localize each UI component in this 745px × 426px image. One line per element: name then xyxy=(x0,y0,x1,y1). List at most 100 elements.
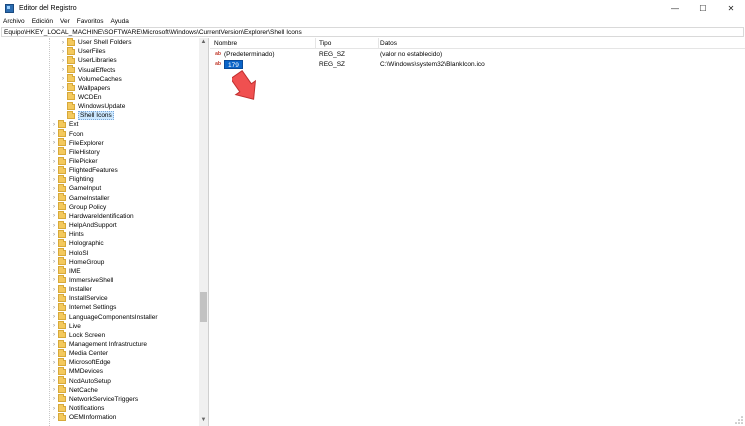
chevron-right-icon[interactable]: › xyxy=(50,360,58,366)
chevron-right-icon[interactable]: › xyxy=(59,40,67,46)
chevron-right-icon[interactable]: › xyxy=(50,351,58,357)
chevron-right-icon[interactable]: › xyxy=(50,122,58,128)
folder-icon xyxy=(58,183,66,192)
tree-item-label: User Shell Folders xyxy=(78,39,132,47)
folder-icon xyxy=(58,284,66,293)
maximize-button[interactable]: ☐ xyxy=(689,0,717,16)
chevron-right-icon[interactable]: › xyxy=(50,168,58,174)
tree-scrollbar[interactable]: ▲ ▼ xyxy=(199,38,208,426)
folder-icon xyxy=(58,174,66,183)
chevron-right-icon[interactable]: › xyxy=(50,195,58,201)
tree-item-label: InstallService xyxy=(69,295,108,303)
chevron-right-icon[interactable]: › xyxy=(59,85,67,91)
chevron-right-icon[interactable]: › xyxy=(50,241,58,247)
menu-favoritos[interactable]: Favoritos xyxy=(77,18,104,25)
folder-icon xyxy=(58,348,66,357)
value-row[interactable]: ab (Predeterminado) REG_SZ (valor no est… xyxy=(210,49,745,59)
menu-ayuda[interactable]: Ayuda xyxy=(111,18,129,25)
value-row-editing[interactable]: ab 179 REG_SZ C:\Windows\system32\BlankI… xyxy=(210,59,745,69)
minimize-button[interactable]: — xyxy=(661,0,689,16)
chevron-right-icon[interactable]: › xyxy=(50,314,58,320)
tree-item-label: Ext xyxy=(69,121,79,129)
tree-item-label: Hints xyxy=(69,231,84,239)
chevron-right-icon[interactable]: › xyxy=(50,140,58,146)
tree-item-label: FileHistory xyxy=(69,148,100,156)
folder-icon xyxy=(58,321,66,330)
value-name-cell: ab (Predeterminado) xyxy=(214,49,275,59)
folder-icon xyxy=(58,129,66,138)
tree-item[interactable]: › LanguageComponentsInstaller xyxy=(50,312,158,322)
rename-input[interactable]: 179 xyxy=(224,59,243,69)
column-name-header[interactable]: Nombre xyxy=(214,38,316,48)
menu-archivo[interactable]: Archivo xyxy=(3,18,25,25)
tree-item[interactable]: › HoloSI xyxy=(50,248,89,257)
tree-item[interactable]: › Flighting xyxy=(50,174,94,184)
chevron-right-icon[interactable]: › xyxy=(50,186,58,192)
chevron-right-icon[interactable]: › xyxy=(50,305,58,311)
tree-item[interactable]: › Ext xyxy=(50,119,79,129)
chevron-right-icon[interactable]: › xyxy=(59,76,67,82)
tree-item-label: VolumeCaches xyxy=(78,75,122,83)
chevron-right-icon[interactable]: › xyxy=(50,406,58,412)
tree-item[interactable]: › UserFiles xyxy=(59,46,105,56)
scroll-thumb[interactable] xyxy=(200,292,207,322)
chevron-right-icon[interactable]: › xyxy=(50,332,58,338)
chevron-right-icon[interactable]: › xyxy=(50,342,58,348)
chevron-right-icon[interactable]: › xyxy=(50,415,58,421)
chevron-right-icon[interactable]: › xyxy=(50,149,58,155)
chevron-right-icon[interactable]: › xyxy=(50,369,58,375)
folder-icon xyxy=(58,394,66,403)
folder-icon xyxy=(58,156,66,165)
address-bar[interactable]: Equipo\HKEY_LOCAL_MACHINE\SOFTWARE\Micro… xyxy=(1,27,744,37)
values-list[interactable]: Nombre Tipo Datos ab (Predeterminado) RE… xyxy=(210,38,745,426)
tree-item[interactable]: › IME xyxy=(50,266,81,276)
chevron-right-icon[interactable]: › xyxy=(50,204,58,210)
chevron-right-icon[interactable]: › xyxy=(50,131,58,137)
column-type-header[interactable]: Tipo xyxy=(319,38,379,48)
close-button[interactable]: ✕ xyxy=(717,0,745,16)
tree-item-label: UserLibraries xyxy=(78,57,117,65)
chevron-right-icon[interactable]: › xyxy=(59,67,67,73)
folder-icon xyxy=(58,119,66,128)
chevron-right-icon[interactable]: › xyxy=(50,378,58,384)
tree-item[interactable]: › Live xyxy=(50,321,81,331)
chevron-right-icon[interactable]: › xyxy=(50,213,58,219)
scroll-up-icon[interactable]: ▲ xyxy=(199,39,208,47)
tree-item-label: NetCache xyxy=(69,386,98,394)
tree-item[interactable]: › Installer xyxy=(50,284,92,294)
folder-icon xyxy=(67,101,75,110)
tree-item-label: Wallpapers xyxy=(78,84,111,92)
tree-item[interactable]: › OEMInformation xyxy=(50,412,116,422)
tree-item[interactable]: WCDEn xyxy=(59,92,101,102)
chevron-right-icon[interactable]: › xyxy=(50,177,58,183)
tree-item-selected[interactable]: Shell Icons xyxy=(59,110,114,121)
chevron-right-icon[interactable]: › xyxy=(59,58,67,64)
chevron-right-icon[interactable]: › xyxy=(59,49,67,55)
tree-item[interactable]: › Management Infrastructure xyxy=(50,339,147,349)
tree-item-label: FilePicker xyxy=(69,158,98,165)
tree-item-label: HoloSI xyxy=(69,249,89,257)
folder-icon xyxy=(67,110,75,119)
chevron-right-icon[interactable]: › xyxy=(50,159,58,165)
chevron-right-icon[interactable]: › xyxy=(50,387,58,393)
chevron-right-icon[interactable]: › xyxy=(50,323,58,329)
menu-ver[interactable]: Ver xyxy=(60,18,70,25)
folder-icon xyxy=(58,293,66,302)
chevron-right-icon[interactable]: › xyxy=(50,296,58,302)
chevron-right-icon[interactable]: › xyxy=(50,259,58,265)
menu-edicion[interactable]: Edición xyxy=(32,18,53,25)
key-tree[interactable]: › User Shell Folders › UserFiles › UserLibrar… xyxy=(1,38,209,426)
chevron-right-icon[interactable]: › xyxy=(50,396,58,402)
chevron-right-icon[interactable]: › xyxy=(50,250,58,256)
chevron-right-icon[interactable]: › xyxy=(50,232,58,238)
chevron-right-icon[interactable]: › xyxy=(50,277,58,283)
chevron-right-icon[interactable]: › xyxy=(50,223,58,229)
resize-grip-icon[interactable] xyxy=(735,416,743,424)
tree-item[interactable]: › Fcon xyxy=(50,129,83,139)
chevron-right-icon[interactable]: › xyxy=(50,268,58,274)
column-data-header[interactable]: Datos xyxy=(380,38,580,48)
tree-item[interactable]: › Hints xyxy=(50,229,84,239)
tree-item-label: ImmersiveShell xyxy=(69,276,114,284)
scroll-down-icon[interactable]: ▼ xyxy=(199,417,208,425)
chevron-right-icon[interactable]: › xyxy=(50,287,58,293)
